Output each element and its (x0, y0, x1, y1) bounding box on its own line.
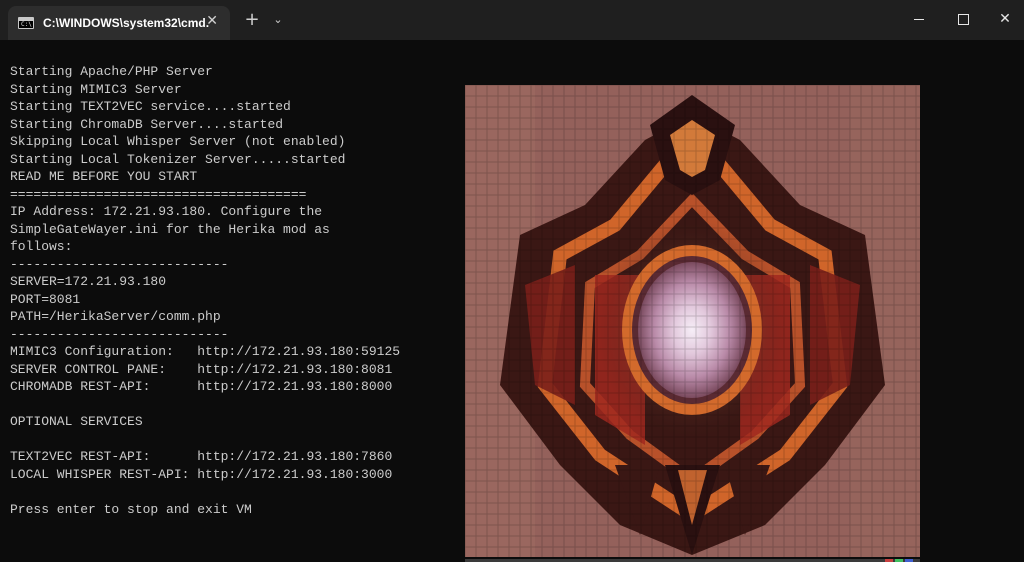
terminal-line: TEXT2VEC REST-API: http://172.21.93.180:… (10, 449, 393, 464)
close-window-button[interactable]: ✕ (982, 0, 1024, 38)
maximize-icon (957, 13, 969, 25)
tab-cmd[interactable]: C:\ C:\WINDOWS\system32\cmd. ✕ (8, 6, 230, 40)
terminal-line: LOCAL WHISPER REST-API: http://172.21.93… (10, 466, 393, 482)
terminal-line: Skipping Local Whisper Server (not enabl… (10, 134, 346, 149)
terminal-line: IP Address: 172.21.93.180. Configure the (10, 204, 323, 219)
new-tab-button[interactable]: + (242, 10, 262, 30)
terminal-output: Starting Apache/PHP Server Starting MIMIC… (10, 63, 460, 518)
ascii-art-emblem (465, 85, 920, 557)
terminal-line: Starting TEXT2VEC service....started (10, 99, 291, 114)
terminal-line: Starting ChromaDB Server....started (10, 116, 284, 132)
terminal-line: follows: (10, 239, 73, 254)
terminal-line: Starting Local Tokenizer Server.....star… (10, 151, 346, 167)
terminal-line: READ ME BEFORE YOU START (10, 169, 198, 184)
close-tab-button[interactable]: ✕ (206, 13, 218, 29)
terminal-pane[interactable]: Starting Apache/PHP Server Starting MIMIC… (0, 40, 1024, 562)
minimize-button[interactable] (896, 0, 942, 38)
maximize-button[interactable] (940, 0, 986, 38)
terminal-line: PATH=/HerikaServer/comm.php (10, 309, 221, 324)
minimize-icon (914, 18, 924, 20)
cmd-icon: C:\ (18, 17, 34, 29)
tab-dropdown-button[interactable]: ⌄ (269, 10, 287, 30)
terminal-line: SERVER CONTROL PANE: http://172.21.93.18… (10, 361, 393, 377)
emblem-image (465, 85, 920, 557)
terminal-line: CHROMADB REST-API: http://172.21.93.180:… (10, 379, 393, 394)
terminal-line: Starting Apache/PHP Server (10, 64, 213, 79)
terminal-line: ====================================== (10, 186, 307, 202)
terminal-line: ---------------------------- (10, 326, 229, 342)
terminal-line: PORT=8081 (10, 291, 81, 307)
cmd-icon-prompt: C:\ (21, 21, 32, 28)
terminal-line: ---------------------------- (10, 256, 229, 272)
title-bar: C:\ C:\WINDOWS\system32\cmd. ✕ + ⌄ ✕ (0, 0, 1024, 40)
terminal-line: OPTIONAL SERVICES (10, 414, 143, 429)
terminal-line: SERVER=172.21.93.180 (10, 274, 167, 289)
tab-title: C:\WINDOWS\system32\cmd. (43, 16, 210, 30)
terminal-line: Starting MIMIC3 Server (10, 81, 182, 97)
terminal-line: Press enter to stop and exit VM (10, 501, 252, 517)
terminal-line: SimpleGateWayer.ini for the Herika mod a… (10, 221, 330, 237)
terminal-line: MIMIC3 Configuration: http://172.21.93.1… (10, 344, 401, 359)
